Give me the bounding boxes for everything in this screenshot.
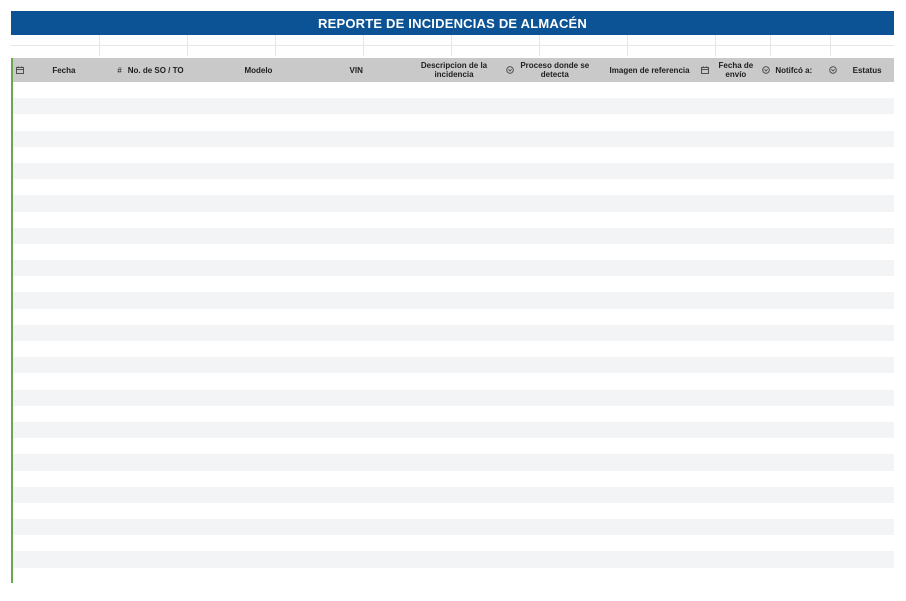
table-row[interactable] — [13, 551, 894, 568]
empty-cell[interactable] — [771, 46, 832, 56]
empty-cell[interactable] — [831, 35, 894, 45]
column-header-fecha[interactable]: Fecha — [13, 58, 101, 82]
empty-cell[interactable] — [188, 35, 276, 45]
table-row[interactable] — [13, 243, 894, 261]
table-row[interactable] — [13, 211, 894, 228]
empty-cell[interactable] — [11, 35, 100, 45]
table-row[interactable] — [13, 470, 894, 487]
table-row[interactable] — [13, 292, 894, 309]
table-row[interactable] — [13, 405, 894, 422]
column-header-modelo[interactable]: Modelo — [210, 58, 308, 82]
empty-cell[interactable] — [188, 46, 276, 56]
table-row[interactable] — [13, 324, 894, 341]
table-row[interactable] — [13, 454, 894, 471]
dropdown-icon[interactable] — [826, 66, 840, 74]
calendar-icon[interactable] — [13, 66, 27, 74]
table-row[interactable] — [13, 82, 894, 99]
table-row[interactable] — [13, 162, 894, 180]
empty-cell[interactable] — [276, 46, 365, 56]
column-label: Imagen de referencia — [609, 65, 690, 75]
empty-cell[interactable] — [100, 35, 188, 45]
column-header-estatus[interactable]: Estatus — [826, 58, 894, 82]
table-header: Fecha # No. de SO / TO Modelo VIN Descri… — [11, 58, 894, 82]
table-row[interactable] — [13, 373, 894, 390]
column-label: Estatus — [852, 65, 882, 75]
empty-cell[interactable] — [716, 46, 771, 56]
column-header-imagen[interactable]: Imagen de referencia — [601, 58, 699, 82]
column-label: Descripcion de la incidencia — [420, 61, 488, 79]
empty-cell[interactable] — [452, 35, 541, 45]
report-title[interactable]: REPORTE DE INCIDENCIAS DE ALMACÉN — [11, 11, 894, 35]
table-row[interactable] — [13, 308, 894, 325]
table-row[interactable] — [13, 130, 894, 147]
column-label: Modelo — [244, 65, 273, 75]
column-label: VIN — [349, 65, 363, 75]
empty-cell[interactable] — [276, 35, 365, 45]
empty-cell[interactable] — [540, 35, 629, 45]
empty-cell[interactable] — [628, 46, 717, 56]
table-row[interactable] — [13, 276, 894, 293]
table-row[interactable] — [13, 195, 894, 212]
empty-cell[interactable] — [452, 46, 541, 56]
table-row[interactable] — [13, 519, 894, 536]
table-row[interactable] — [13, 357, 894, 374]
table-row[interactable] — [13, 535, 894, 552]
table-row[interactable] — [13, 502, 894, 520]
empty-cell[interactable] — [100, 46, 188, 56]
empty-cell[interactable] — [11, 46, 100, 56]
table-row[interactable] — [13, 567, 894, 583]
table-row[interactable] — [13, 179, 894, 196]
spreadsheet: REPORTE DE INCIDENCIAS DE ALMACÉN Fecha … — [11, 11, 894, 583]
column-label: # — [117, 65, 122, 75]
table-row[interactable] — [13, 98, 894, 115]
column-header-notifico[interactable]: Notifcó a: — [759, 58, 826, 82]
dropdown-icon[interactable] — [503, 66, 517, 74]
table-row[interactable] — [13, 146, 894, 163]
calendar-icon[interactable] — [698, 66, 712, 74]
table-row[interactable] — [13, 114, 894, 131]
table-row[interactable] — [13, 421, 894, 439]
table-row[interactable] — [13, 389, 894, 406]
column-label: Fecha de envío — [718, 61, 754, 79]
column-header-vin[interactable]: VIN — [307, 58, 405, 82]
column-header-proceso[interactable]: Proceso donde se detecta — [503, 58, 601, 82]
column-header-so-to[interactable]: No. de SO / TO — [126, 58, 210, 82]
empty-cell[interactable] — [771, 35, 832, 45]
empty-cell[interactable] — [716, 35, 771, 45]
column-label: Fecha — [52, 65, 76, 75]
table-row[interactable] — [13, 341, 894, 358]
column-header-descripcion[interactable]: Descripcion de la incidencia — [405, 58, 503, 82]
table-row[interactable] — [13, 227, 894, 244]
empty-cell[interactable] — [364, 46, 453, 56]
dropdown-icon[interactable] — [759, 66, 773, 74]
table-row[interactable] — [13, 486, 894, 503]
empty-cell[interactable] — [540, 46, 629, 56]
table-row[interactable] — [13, 260, 894, 277]
column-header-number[interactable]: # — [101, 58, 126, 82]
empty-cell[interactable] — [628, 35, 717, 45]
column-label: Proceso donde se detecta — [520, 61, 590, 79]
blank-row — [11, 46, 894, 56]
empty-cell[interactable] — [364, 35, 453, 45]
column-label: Notifcó a: — [775, 65, 813, 75]
column-header-fecha-envio[interactable]: Fecha de envío — [698, 58, 759, 82]
empty-cell[interactable] — [831, 46, 894, 56]
blank-row — [11, 35, 894, 46]
table-body — [11, 82, 894, 583]
table-row[interactable] — [13, 438, 894, 455]
column-label: No. de SO / TO — [127, 65, 184, 75]
